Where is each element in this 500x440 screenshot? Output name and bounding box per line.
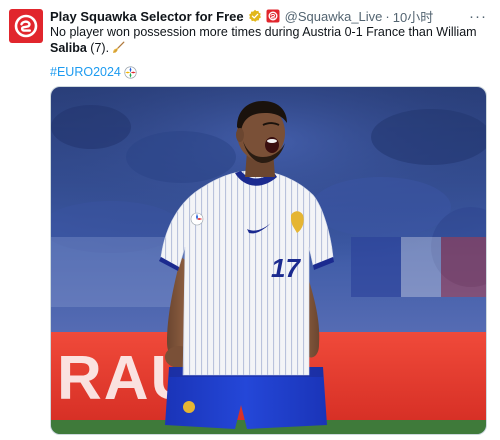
separator-dot: · (385, 8, 390, 24)
timestamp[interactable]: 10小时 (393, 7, 433, 26)
avatar[interactable] (9, 9, 43, 43)
affiliate-badge-icon[interactable] (266, 9, 280, 23)
display-name[interactable]: Play Squawka Selector for Free (50, 9, 244, 24)
tweet-text: No player won possession more times duri… (50, 24, 480, 56)
jersey-number: 17 (271, 253, 301, 283)
player-photo: RAUS 17 (51, 87, 486, 434)
squawka-logo-icon (14, 14, 38, 38)
handle[interactable]: @Squawka_Live (285, 9, 383, 24)
mention-player: Saliba (50, 41, 87, 55)
tweet-header: Play Squawka Selector for Free @Squawka_… (50, 7, 433, 25)
tweet-card[interactable]: Play Squawka Selector for Free @Squawka_… (0, 0, 500, 440)
more-options-icon[interactable]: ··· (468, 6, 488, 26)
tweet-media-image[interactable]: RAUS 17 (50, 86, 487, 435)
tweet-text-part2: (7). (86, 41, 110, 55)
hashtag-line: #EURO2024 (50, 64, 137, 80)
hashtag-link[interactable]: #EURO2024 (50, 64, 121, 80)
broom-emoji-icon (113, 41, 125, 53)
verified-badge-icon[interactable] (248, 9, 262, 23)
euro-trophy-emoji-icon (124, 65, 137, 79)
tweet-text-part1: No player won possession more times duri… (50, 25, 477, 39)
